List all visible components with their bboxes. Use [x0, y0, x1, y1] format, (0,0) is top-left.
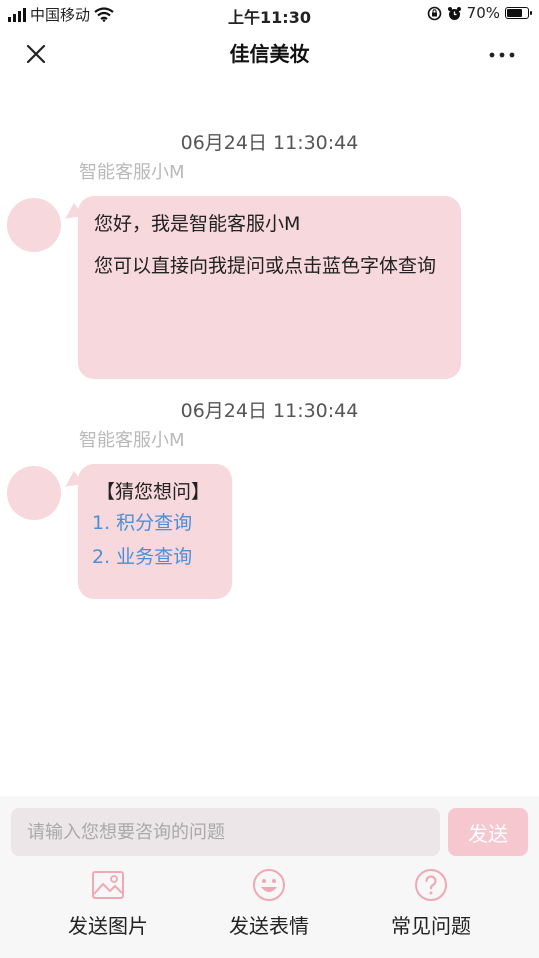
chat-area: 06月24日 11:30:44 智能客服小M 您好，我是智能客服小M 您可以直接… — [0, 80, 539, 795]
faq-button[interactable]: 常见问题 — [366, 868, 496, 939]
sender-name: 智能客服小M — [79, 162, 185, 183]
sender-name: 智能客服小M — [79, 430, 185, 451]
message-timestamp: 06月24日 11:30:44 — [180, 400, 359, 422]
message-timestamp: 06月24日 11:30:44 — [180, 132, 359, 154]
tool-label: 发送表情 — [229, 914, 309, 938]
question-icon — [415, 869, 447, 901]
suggestion-link-points[interactable]: 1. 积分查询 — [92, 506, 218, 540]
status-bar: 中国移动 上午11:30 70% — [0, 0, 539, 28]
battery-icon — [505, 7, 532, 19]
bottom-panel: 发送 发送图片 发送表情 常见问题 — [0, 796, 539, 958]
message-bubble: 您好，我是智能客服小M 您可以直接向我提问或点击蓝色字体查询 — [78, 196, 461, 379]
message-line: 您可以直接向我提问或点击蓝色字体查询 — [94, 255, 437, 277]
battery-label: 70% — [466, 4, 500, 22]
tool-label: 常见问题 — [391, 914, 471, 938]
message-line: 您好，我是智能客服小M — [94, 213, 301, 235]
more-icon[interactable] — [489, 50, 515, 60]
alarm-icon — [447, 6, 461, 20]
message-input-box[interactable] — [11, 808, 440, 856]
rotation-lock-icon — [427, 6, 441, 20]
send-image-button[interactable]: 发送图片 — [43, 868, 173, 939]
suggestion-link-business[interactable]: 2. 业务查询 — [92, 540, 218, 574]
tool-label: 发送图片 — [68, 914, 148, 938]
nav-bar: 佳信美妆 — [0, 28, 539, 80]
avatar — [7, 466, 61, 520]
suggestion-header: 【猜您想问】 — [96, 481, 211, 503]
emoji-icon — [253, 869, 285, 901]
send-button[interactable]: 发送 — [448, 808, 528, 856]
send-emoji-button[interactable]: 发送表情 — [204, 868, 334, 939]
status-right: 70% — [427, 4, 532, 22]
avatar — [7, 198, 61, 252]
page-title: 佳信美妆 — [229, 42, 310, 66]
message-bubble: 【猜您想问】 1. 积分查询 2. 业务查询 — [78, 464, 232, 599]
message-input[interactable] — [25, 820, 440, 844]
image-icon — [92, 871, 124, 899]
